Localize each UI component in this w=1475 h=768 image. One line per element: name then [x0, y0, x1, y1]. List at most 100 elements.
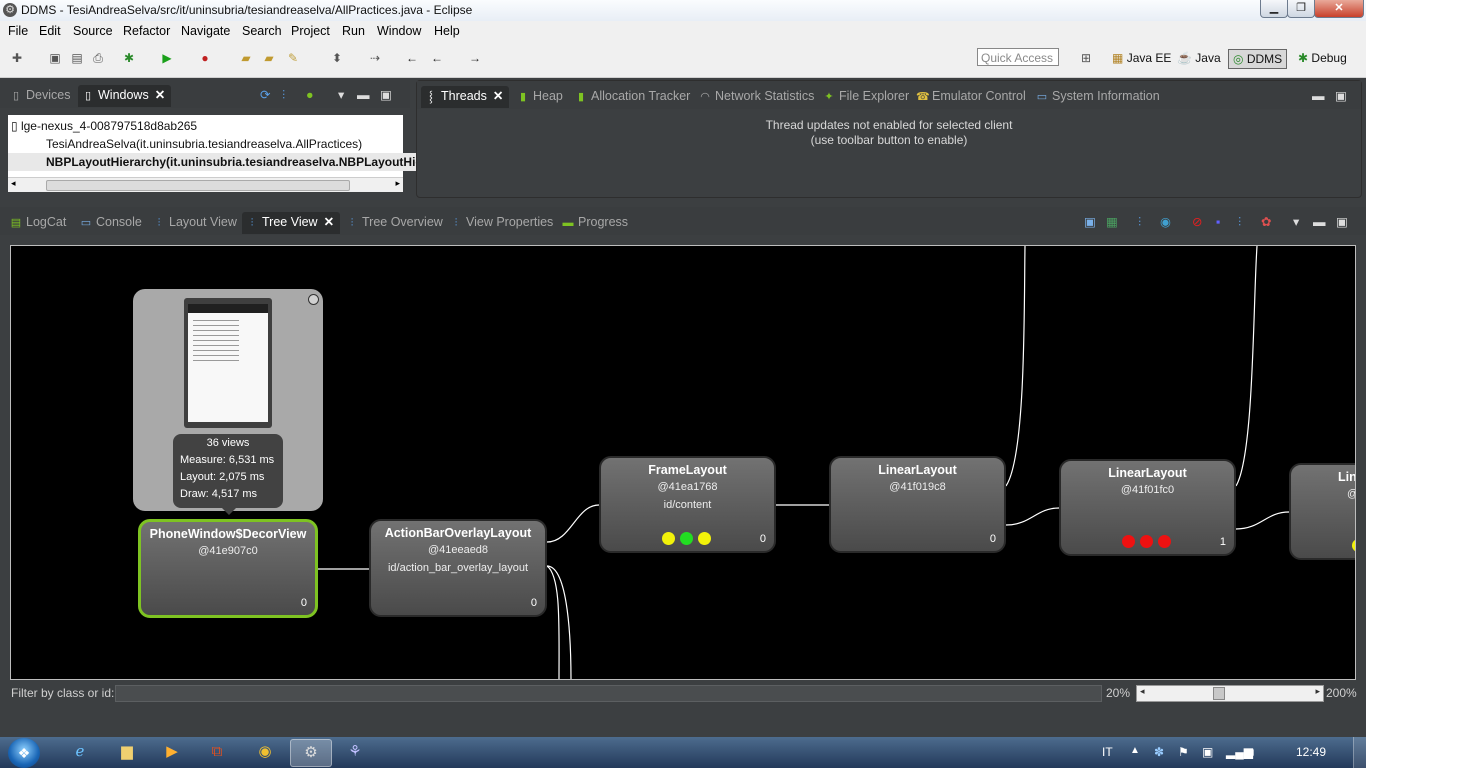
- slider-left-icon[interactable]: ◂: [1140, 686, 1145, 697]
- search-icon[interactable]: ✎: [286, 51, 300, 65]
- tree-node-linear-layout-partial[interactable]: Lin @: [1289, 463, 1355, 560]
- tab-network-statistics[interactable]: ◠ Network Statistics: [699, 86, 814, 108]
- invalidate-icon[interactable]: ⊘: [1192, 212, 1202, 234]
- menu-run[interactable]: Run: [342, 24, 365, 38]
- zoom-thumb[interactable]: [1213, 687, 1225, 700]
- language-indicator[interactable]: IT: [1102, 745, 1113, 759]
- menu-search[interactable]: Search: [242, 24, 282, 38]
- device-icon[interactable]: ▣: [1202, 745, 1213, 759]
- app-icon[interactable]: ⧉: [197, 739, 237, 765]
- save-png-icon[interactable]: ▣: [1084, 212, 1096, 234]
- perspective-debug[interactable]: ✱ Debug: [1298, 49, 1347, 67]
- last-edit-icon[interactable]: ⇢: [368, 51, 382, 65]
- menu-project[interactable]: Project: [291, 24, 330, 38]
- tree-node-linear-layout[interactable]: LinearLayout @41f019c8 0: [829, 456, 1006, 553]
- minimize-view-icon[interactable]: ▬: [357, 85, 370, 107]
- close-button[interactable]: ✕: [1314, 0, 1364, 18]
- annotation-icon[interactable]: ⬍: [330, 51, 344, 65]
- back-icon[interactable]: ←: [405, 51, 419, 65]
- minimize-view-icon[interactable]: ▬: [1313, 212, 1326, 234]
- forward-icon[interactable]: →: [468, 51, 482, 65]
- window-row[interactable]: TesiAndreaSelva(it.uninsubria.tesiandrea…: [8, 135, 441, 153]
- action-center-icon[interactable]: ⚑: [1178, 745, 1189, 759]
- dump-display-list-icon[interactable]: ⫶: [1238, 212, 1241, 234]
- hierarchy-viewer-icon[interactable]: ⚘: [335, 739, 375, 765]
- tab-allocation-tracker[interactable]: ▮ Allocation Tracker: [575, 86, 690, 108]
- open-perspective-icon[interactable]: ⊞: [1079, 51, 1093, 65]
- eclipse-icon[interactable]: ⚙: [290, 739, 332, 767]
- device-list-scrollbar[interactable]: ◂ ▸: [8, 177, 403, 192]
- tree-node-linear-layout[interactable]: LinearLayout @41f01fc0 1: [1059, 459, 1236, 556]
- close-tab-icon[interactable]: ✕: [324, 215, 334, 229]
- print-icon[interactable]: ⎙: [91, 51, 105, 65]
- perspective-ddms[interactable]: ◎ DDMS: [1228, 49, 1288, 69]
- tree-node-action-bar-overlay[interactable]: ActionBarOverlayLayout @41eeaed8 id/acti…: [369, 519, 547, 617]
- close-tab-icon[interactable]: ✕: [155, 88, 165, 102]
- tab-tree-view[interactable]: ⫶ Tree View ✕: [242, 212, 341, 234]
- tab-threads[interactable]: ⸾ Threads ✕: [421, 86, 510, 108]
- run-icon[interactable]: ▶: [160, 51, 174, 65]
- show-hidden-icons[interactable]: ▲: [1130, 745, 1140, 756]
- explorer-icon[interactable]: ▆: [107, 739, 147, 765]
- filter-input[interactable]: [115, 685, 1102, 702]
- media-player-icon[interactable]: ▶: [152, 739, 192, 765]
- menu-source[interactable]: Source: [73, 24, 113, 38]
- request-layout-icon[interactable]: ▪: [1216, 212, 1220, 234]
- menu-file[interactable]: File: [8, 24, 28, 38]
- inspect-icon[interactable]: ●: [306, 85, 314, 107]
- show-desktop-button[interactable]: [1353, 737, 1366, 768]
- tree-node-frame-layout[interactable]: FrameLayout @41ea1768 id/content 0: [599, 456, 776, 553]
- chrome-icon[interactable]: ◉: [245, 739, 285, 765]
- tree-node-decor-view[interactable]: PhoneWindow$DecorView @41e907c0 0: [138, 519, 318, 618]
- view-menu-icon[interactable]: ▾: [1293, 212, 1299, 234]
- tab-view-properties[interactable]: ⫶ View Properties: [450, 212, 554, 234]
- maximize-view-icon[interactable]: ▣: [1335, 86, 1347, 108]
- menu-help[interactable]: Help: [434, 24, 460, 38]
- scroll-right-icon[interactable]: ▸: [395, 178, 400, 189]
- scroll-left-icon[interactable]: ◂: [11, 178, 16, 189]
- tree-canvas[interactable]: 36 views Measure: 6,531 ms Layout: 2,075…: [10, 245, 1356, 680]
- debug-icon[interactable]: ✱: [122, 51, 136, 65]
- dump-dom-icon[interactable]: ◉: [1160, 212, 1171, 234]
- slider-right-icon[interactable]: ▸: [1315, 686, 1320, 697]
- tab-logcat[interactable]: ▤ LogCat: [10, 212, 67, 234]
- perspective-java-ee[interactable]: ▦ Java EE: [1112, 49, 1171, 67]
- quick-access-input[interactable]: Quick Access: [977, 48, 1059, 66]
- menu-navigate[interactable]: Navigate: [181, 24, 230, 38]
- signal-icon[interactable]: ▂▄▆: [1226, 745, 1253, 759]
- back-dropdown-icon[interactable]: ←: [430, 51, 444, 65]
- tab-progress[interactable]: ▬ Progress: [562, 212, 629, 234]
- tab-tree-overview[interactable]: ⫶ Tree Overview: [346, 212, 443, 234]
- clock[interactable]: 12:49: [1296, 745, 1326, 759]
- tab-layout-view[interactable]: ⫶ Layout View: [153, 212, 237, 234]
- save-all-icon[interactable]: ▤: [70, 51, 84, 65]
- tab-devices[interactable]: ▯ Devices: [10, 85, 71, 107]
- open-type-icon[interactable]: ▰: [239, 51, 253, 65]
- tab-system-information[interactable]: ▭ System Information: [1036, 86, 1160, 108]
- menu-refactor[interactable]: Refactor: [123, 24, 170, 38]
- view-menu-icon[interactable]: ▾: [338, 85, 344, 107]
- save-icon[interactable]: ▣: [48, 51, 62, 65]
- device-row[interactable]: ▯ lge-nexus_4-008797518d8ab265: [8, 117, 406, 135]
- maximize-button[interactable]: ❐: [1287, 0, 1315, 18]
- minimize-button[interactable]: ▁: [1260, 0, 1288, 18]
- profile-nodes-icon[interactable]: ✿: [1261, 212, 1271, 234]
- menu-edit[interactable]: Edit: [39, 24, 61, 38]
- tab-file-explorer[interactable]: ✦ File Explorer: [823, 86, 909, 108]
- refresh-icon[interactable]: ⟳: [260, 85, 270, 107]
- maximize-view-icon[interactable]: ▣: [1336, 212, 1348, 234]
- external-tools-icon[interactable]: ●: [198, 51, 212, 65]
- maximize-view-icon[interactable]: ▣: [380, 85, 392, 107]
- tab-heap[interactable]: ▮ Heap: [517, 86, 563, 108]
- display-view-icon[interactable]: ⫶: [1138, 212, 1141, 234]
- close-tab-icon[interactable]: ✕: [493, 89, 503, 103]
- internet-explorer-icon[interactable]: ℯ: [60, 739, 100, 765]
- start-button[interactable]: ❖: [8, 738, 40, 768]
- perspective-java[interactable]: ☕ Java: [1177, 49, 1221, 67]
- menu-window[interactable]: Window: [377, 24, 421, 38]
- zoom-slider[interactable]: ◂ ▸: [1136, 685, 1324, 702]
- window-row-selected[interactable]: NBPLayoutHierarchy(it.uninsubria.tesiand…: [8, 153, 441, 171]
- scroll-thumb[interactable]: [46, 180, 350, 191]
- volume-icon[interactable]: 🔈︎: [1250, 745, 1257, 760]
- tab-emulator-control[interactable]: ☎ Emulator Control: [916, 86, 1026, 108]
